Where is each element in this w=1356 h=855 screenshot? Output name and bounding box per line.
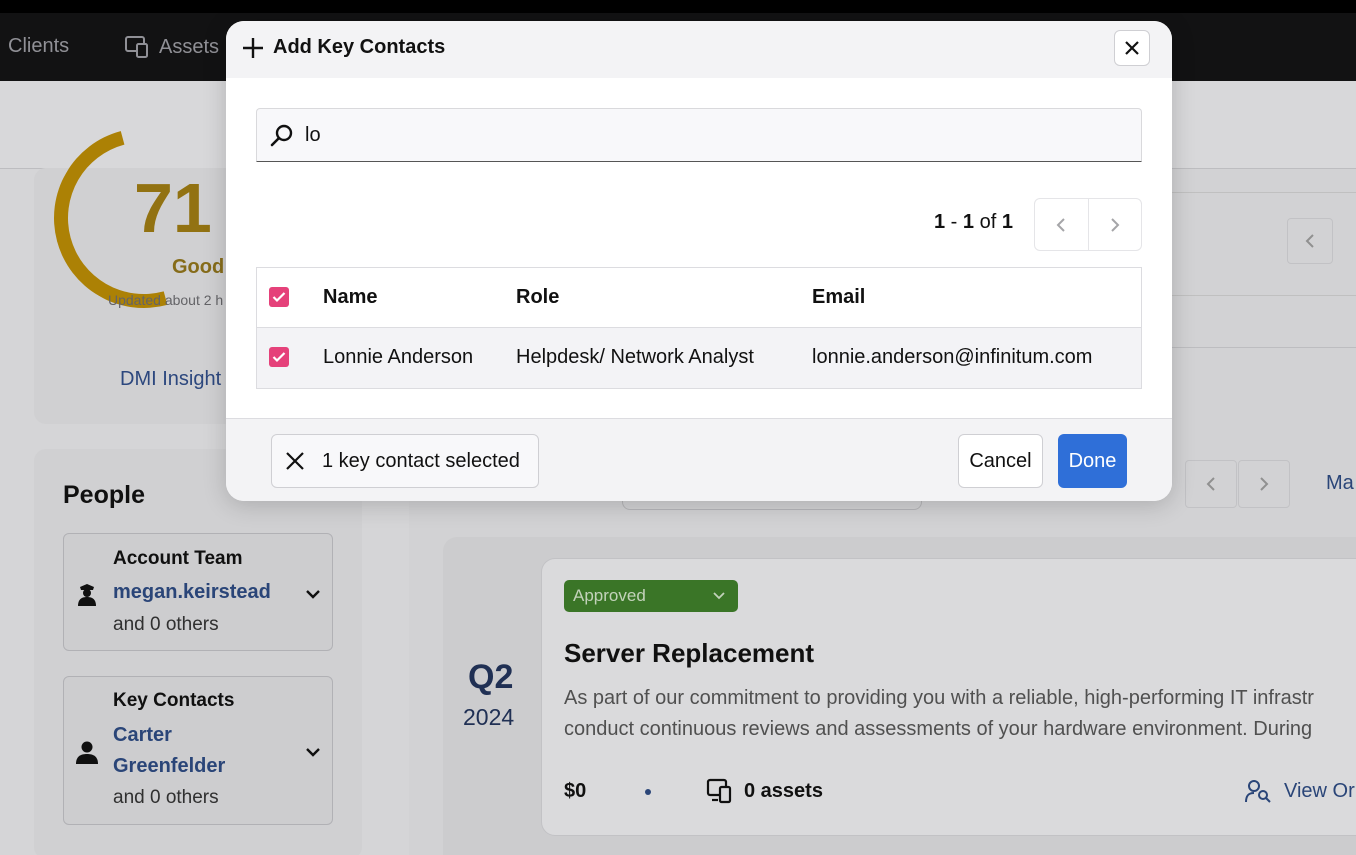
- chevron-right-icon: [1111, 217, 1120, 232]
- add-key-contacts-modal: Add Key Contacts 1 - 1 of 1 Name Role Em…: [226, 21, 1172, 501]
- contact-name: Lonnie Anderson: [323, 346, 474, 368]
- pagination-total: 1: [1001, 211, 1013, 233]
- column-header-role[interactable]: Role: [516, 286, 559, 309]
- search-input[interactable]: [305, 118, 1125, 152]
- pagination-of: of: [979, 211, 997, 233]
- chevron-left-icon: [1057, 217, 1066, 232]
- column-header-name[interactable]: Name: [323, 286, 377, 309]
- pagination-summary: 1 - 1 of 1: [934, 211, 1013, 233]
- close-icon: [1125, 41, 1139, 55]
- pagination-end: 1: [962, 211, 975, 233]
- next-page-button[interactable]: [1087, 199, 1141, 250]
- prev-page-button[interactable]: [1035, 199, 1088, 250]
- done-button[interactable]: Done: [1058, 434, 1127, 488]
- modal-footer: 1 key contact selected Cancel Done: [226, 418, 1172, 501]
- select-all-checkbox[interactable]: [269, 287, 289, 307]
- check-icon: [272, 292, 286, 303]
- selection-chip[interactable]: 1 key contact selected: [271, 434, 539, 488]
- pagination-controls: [1034, 198, 1142, 251]
- search-field[interactable]: [256, 108, 1142, 162]
- pagination-start: 1: [934, 211, 946, 233]
- plus-icon: [243, 38, 263, 58]
- modal-header: Add Key Contacts: [226, 21, 1172, 78]
- table-row[interactable]: Lonnie Anderson Helpdesk/ Network Analys…: [257, 328, 1141, 388]
- close-button[interactable]: [1114, 30, 1150, 66]
- search-icon: [270, 124, 293, 147]
- column-header-email[interactable]: Email: [812, 286, 865, 309]
- row-checkbox[interactable]: [269, 347, 289, 367]
- clear-selection-icon[interactable]: [284, 450, 306, 472]
- table-header-row: Name Role Email: [257, 268, 1141, 328]
- contacts-table: Name Role Email Lonnie Anderson Helpdesk…: [256, 267, 1142, 389]
- selection-label: 1 key contact selected: [322, 450, 520, 472]
- contact-email: lonnie.anderson@infinitum.com: [812, 346, 1093, 368]
- check-icon: [272, 352, 286, 363]
- contact-role: Helpdesk/ Network Analyst: [516, 346, 754, 368]
- modal-title: Add Key Contacts: [273, 36, 446, 58]
- cancel-button[interactable]: Cancel: [958, 434, 1043, 488]
